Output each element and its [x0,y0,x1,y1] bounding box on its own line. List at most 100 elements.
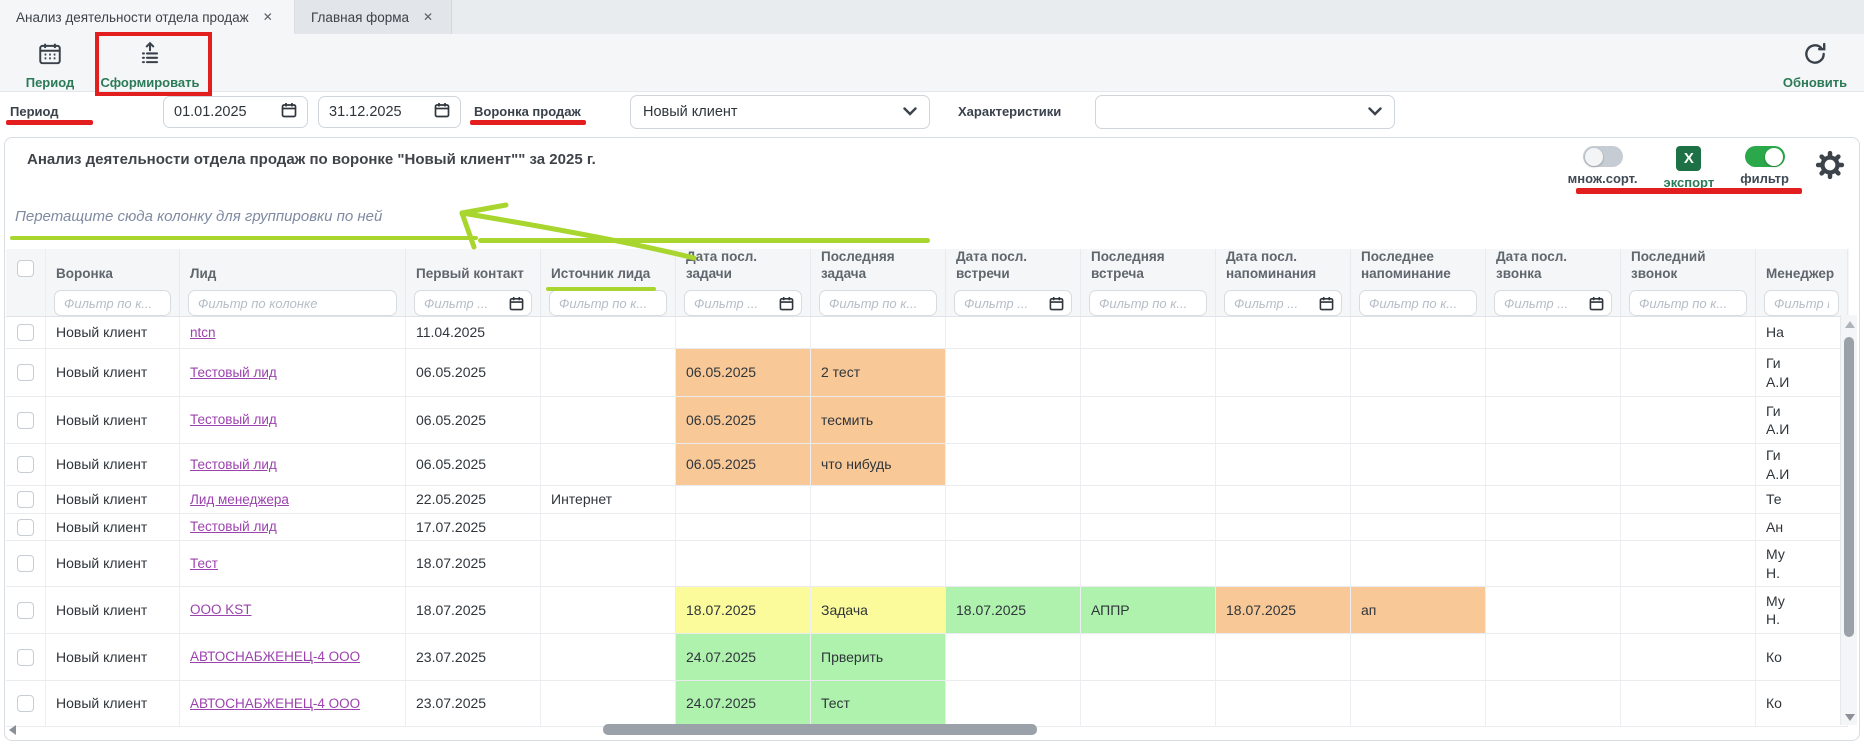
column-filter-input[interactable] [54,290,171,316]
select-all-checkbox[interactable] [17,260,34,277]
table-row[interactable]: Новый клиентАВТОСНАБЖЕНЕЦ-4 ООО23.07.202… [6,634,1849,681]
column-header[interactable]: Дата посл. напоминания [1216,249,1351,287]
row-checkbox[interactable] [17,519,34,536]
filter-text-input[interactable] [557,295,659,312]
column-filter-input[interactable] [684,290,802,316]
filter-text-input[interactable] [827,295,929,312]
column-header[interactable]: Источник лида [541,249,676,287]
column-header[interactable]: Дата посл. встречи [946,249,1081,287]
column-filter-input[interactable] [549,290,667,316]
lead-link[interactable]: Тест [190,555,218,573]
column-header[interactable]: Последнее напоминание [1351,249,1486,287]
table-row[interactable]: Новый клиентТестовый лид06.05.202506.05.… [6,397,1849,444]
lead-link[interactable]: ntcn [190,324,216,342]
scroll-left-arrow-icon[interactable] [9,725,16,735]
lead-link[interactable]: АВТОСНАБЖЕНЕЦ-4 ООО [190,695,360,713]
date-to-input[interactable]: 31.12.2025 [318,96,461,128]
column-filter-input[interactable] [1764,290,1839,316]
column-filter-input[interactable] [188,290,397,316]
table-row[interactable]: Новый клиентТестовый лид06.05.202506.05.… [6,444,1849,486]
row-checkbox[interactable] [17,412,34,429]
filter-text-input[interactable] [1232,295,1319,312]
column-header[interactable]: Лид [180,249,406,287]
settings-gear-icon[interactable] [1815,150,1845,185]
funnel-select[interactable]: Новый клиент [630,95,930,129]
row-checkbox[interactable] [17,324,34,341]
table-row[interactable]: Новый клиентООО KST18.07.202518.07.2025З… [6,587,1849,634]
filter-text-input[interactable] [1772,295,1831,312]
filter-text-input[interactable] [692,295,779,312]
column-filter-input[interactable] [954,290,1072,316]
column-header[interactable]: Дата посл. задачи [676,249,811,287]
table-row[interactable]: Новый клиентТест18.07.2025Му Н. [6,541,1849,587]
column-header[interactable]: Первый контакт [406,249,541,287]
lead-link[interactable]: Лид менеджера [190,491,289,509]
column-header[interactable]: Воронка [46,249,180,287]
column-header[interactable]: Менеджер [1756,249,1848,287]
close-icon[interactable]: ✕ [263,11,273,23]
column-filter-input[interactable] [819,290,937,316]
row-checkbox[interactable] [17,555,34,572]
column-header[interactable]: Последний звонок [1621,249,1756,287]
row-checkbox[interactable] [17,602,34,619]
period-button[interactable]: Период [18,41,82,90]
row-checkbox[interactable] [17,364,34,381]
column-filter-input[interactable] [1089,290,1207,316]
filter-text-input[interactable] [196,295,389,312]
column-header[interactable]: Последняя задача [811,249,946,287]
refresh-button[interactable]: Обновить [1778,41,1852,90]
lead-link[interactable]: Тестовый лид [190,518,277,536]
table-row[interactable]: Новый клиентТестовый лид17.07.2025Ан [6,514,1849,541]
characteristics-select[interactable] [1095,95,1395,129]
table-row[interactable]: Новый клиентЛид менеджера22.05.2025Интер… [6,486,1849,514]
calendar-icon[interactable] [779,296,794,311]
scroll-down-arrow-icon[interactable] [1845,714,1855,721]
filter-text-input[interactable] [1097,295,1199,312]
column-filter-input[interactable] [414,290,532,316]
calendar-icon[interactable] [281,102,297,123]
row-checkbox[interactable] [17,695,34,712]
column-header[interactable]: Дата посл. звонка [1486,249,1621,287]
lead-link[interactable]: АВТОСНАБЖЕНЕЦ-4 ООО [190,648,360,666]
calendar-icon[interactable] [1319,296,1334,311]
multisort-toggle[interactable] [1583,146,1623,167]
table-row[interactable]: Новый клиентТестовый лид06.05.202506.05.… [6,349,1849,397]
table-row[interactable]: Новый клиентАВТОСНАБЖЕНЕЦ-4 ООО23.07.202… [6,681,1849,727]
calendar-icon[interactable] [1589,296,1604,311]
horizontal-scrollbar[interactable] [7,722,1845,737]
generate-button[interactable]: Сформировать [100,41,200,90]
excel-export-icon[interactable]: X [1676,146,1701,171]
calendar-icon[interactable] [509,296,524,311]
row-checkbox[interactable] [17,491,34,508]
lead-link[interactable]: ООО KST [190,601,252,619]
row-checkbox[interactable] [17,456,34,473]
column-filter-input[interactable] [1494,290,1612,316]
column-filter-input[interactable] [1629,290,1747,316]
calendar-icon[interactable] [1049,296,1064,311]
date-from-input[interactable]: 01.01.2025 [163,96,308,128]
lead-link[interactable]: Тестовый лид [190,411,277,429]
column-filter-input[interactable] [1224,290,1342,316]
filter-text-input[interactable] [422,295,509,312]
close-icon[interactable]: ✕ [423,11,433,23]
filter-text-input[interactable] [1502,295,1589,312]
filter-toggle[interactable] [1745,146,1785,167]
vertical-scrollbar[interactable] [1840,315,1857,725]
tab-main-form[interactable]: Главная форма ✕ [295,0,452,34]
filter-text-input[interactable] [62,295,163,312]
vertical-scrollbar-thumb[interactable] [1844,337,1854,637]
calendar-icon[interactable] [434,102,450,123]
column-header[interactable]: Последняя встреча [1081,249,1216,287]
table-cell: 2 тест [811,349,946,397]
lead-link[interactable]: Тестовый лид [190,364,277,382]
column-filter-input[interactable] [1359,290,1477,316]
filter-text-input[interactable] [1367,295,1469,312]
table-row[interactable]: Новый клиентntcn11.04.2025На [6,317,1849,349]
lead-link[interactable]: Тестовый лид [190,456,277,474]
horizontal-scrollbar-thumb[interactable] [603,724,1037,735]
row-checkbox[interactable] [17,649,34,666]
tab-sales-analysis[interactable]: Анализ деятельности отдела продаж ✕ [0,0,295,34]
filter-text-input[interactable] [962,295,1049,312]
filter-text-input[interactable] [1637,295,1739,312]
scroll-up-arrow-icon[interactable] [1845,321,1855,328]
